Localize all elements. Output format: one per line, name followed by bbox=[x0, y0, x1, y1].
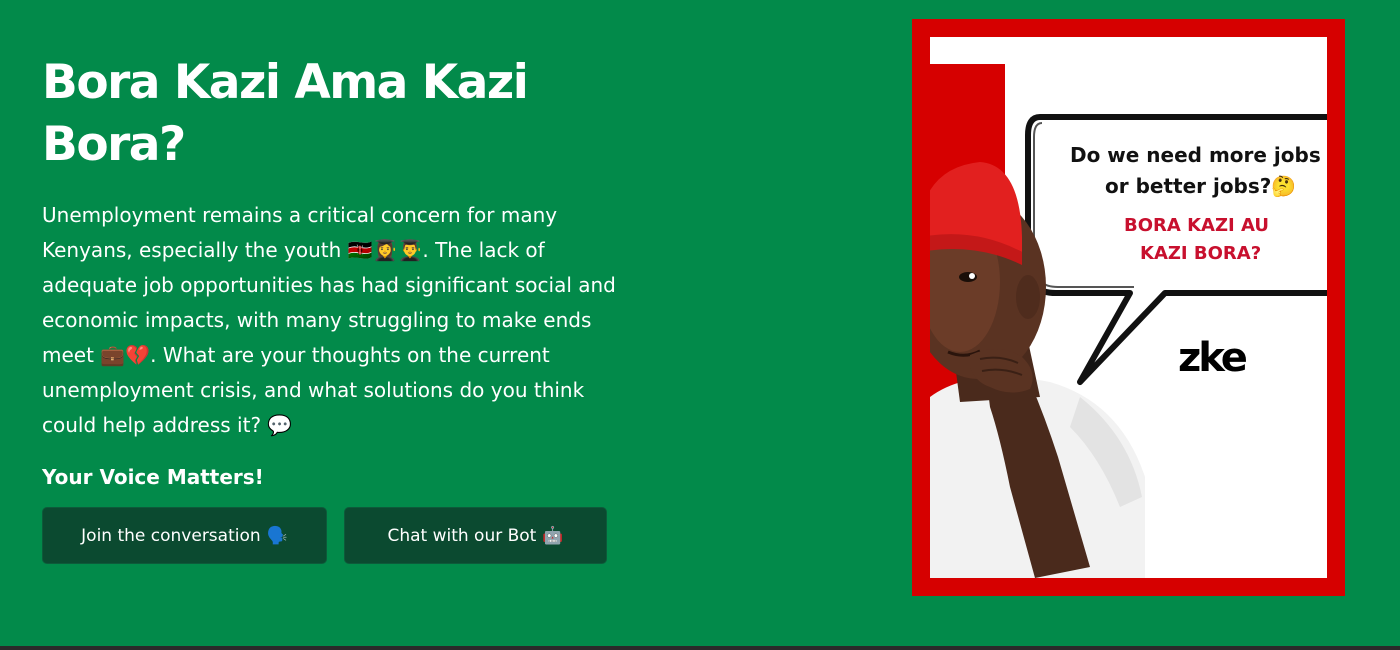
join-button-label: Join the conversation bbox=[81, 525, 261, 546]
briefcase-broken-heart-emoji: 💼💔 bbox=[100, 343, 151, 367]
hero-description: Unemployment remains a critical concern … bbox=[42, 198, 622, 443]
robot-icon: 🤖 bbox=[542, 525, 564, 546]
thinking-man-figure bbox=[930, 162, 1145, 578]
join-conversation-button[interactable]: Join the conversation 🗣️ bbox=[42, 507, 327, 564]
hero-text-column: Bora Kazi Ama Kazi Bora? Unemployment re… bbox=[42, 52, 622, 491]
cta-buttons: Join the conversation 🗣️ Chat with our B… bbox=[42, 507, 607, 564]
speech-bubble-emoji: 💬 bbox=[267, 413, 293, 437]
voice-matters-heading: Your Voice Matters! bbox=[42, 465, 264, 489]
kenya-graduates-emoji: 🇰🇪👩‍🎓👨‍🎓 bbox=[347, 238, 423, 262]
page-bottom-edge bbox=[0, 646, 1400, 650]
campaign-poster-image: Do we need more jobs or better jobs?🤔 BO… bbox=[912, 19, 1345, 596]
bot-button-label: Chat with our Bot bbox=[387, 525, 537, 546]
speaking-head-icon: 🗣️ bbox=[266, 525, 288, 546]
poster-white-panel: Do we need more jobs or better jobs?🤔 BO… bbox=[930, 37, 1327, 578]
hero-section: Bora Kazi Ama Kazi Bora? Unemployment re… bbox=[0, 0, 1400, 646]
chat-bot-button[interactable]: Chat with our Bot 🤖 bbox=[344, 507, 607, 564]
page-title: Bora Kazi Ama Kazi Bora? bbox=[42, 55, 529, 172]
